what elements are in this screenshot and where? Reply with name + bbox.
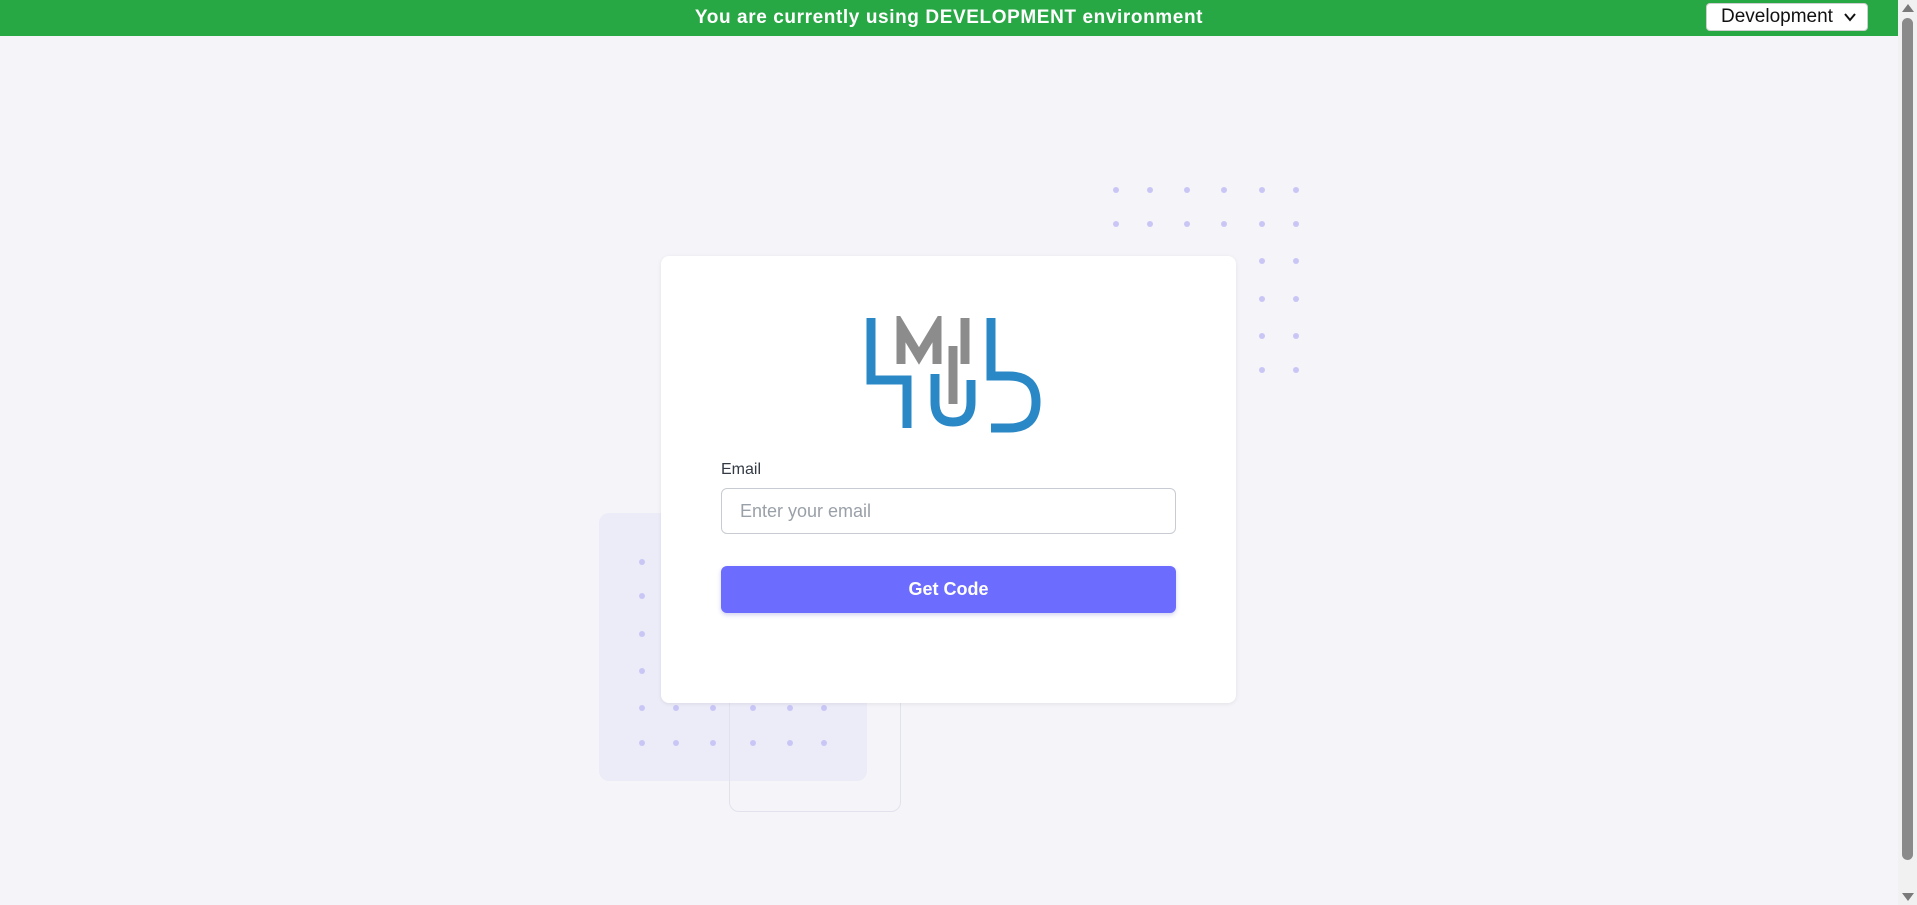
- environment-banner-text: You are currently using DEVELOPMENT envi…: [694, 7, 1204, 28]
- environment-select[interactable]: Development: [1706, 3, 1868, 31]
- login-card: Email Get Code: [661, 256, 1236, 703]
- get-code-button[interactable]: Get Code: [721, 566, 1176, 613]
- scroll-up-arrow-icon[interactable]: [1902, 4, 1914, 12]
- email-label: Email: [721, 461, 762, 478]
- scrollbar-thumb[interactable]: [1902, 18, 1913, 860]
- scroll-down-arrow-icon[interactable]: [1902, 893, 1914, 901]
- environment-banner: You are currently using DEVELOPMENT envi…: [0, 0, 1898, 36]
- environment-select-value: Development: [1721, 6, 1833, 27]
- lmi-hub-logo-icon: [866, 316, 1041, 433]
- email-input[interactable]: [721, 488, 1176, 534]
- chevron-down-icon: [1844, 13, 1856, 22]
- vertical-scrollbar[interactable]: [1898, 0, 1917, 905]
